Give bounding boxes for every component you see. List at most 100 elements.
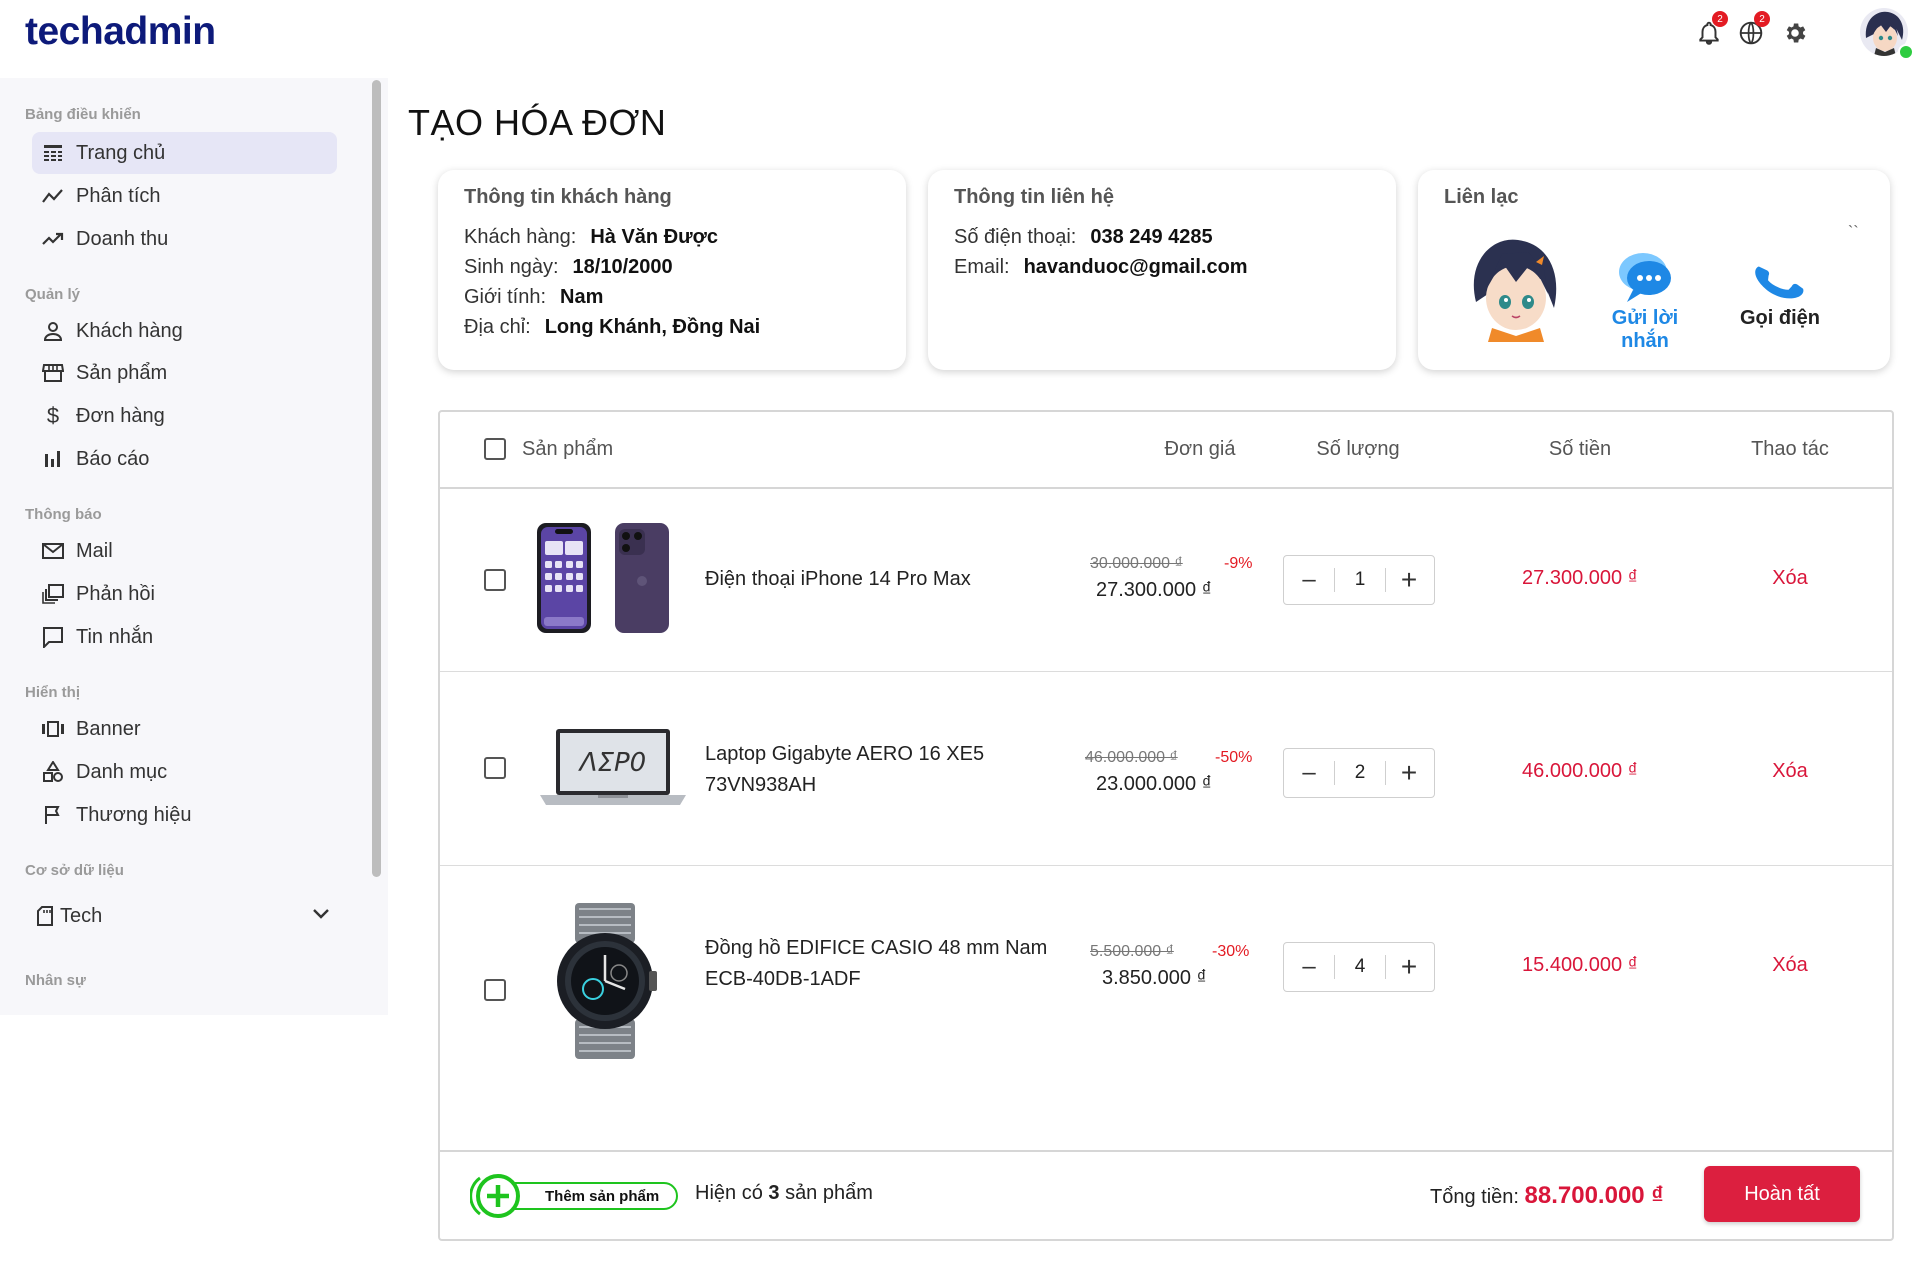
notification-button[interactable]: 2 xyxy=(1692,11,1728,50)
increase-button[interactable]: + xyxy=(1384,943,1434,991)
logo[interactable]: techadmin xyxy=(25,10,216,54)
sidebar-item-label: Doanh thu xyxy=(76,227,169,250)
old-price: 30.000.000 ₫ xyxy=(1090,555,1183,572)
complete-button[interactable]: Hoàn tất xyxy=(1704,1166,1860,1222)
decrease-button[interactable]: – xyxy=(1284,749,1334,797)
contact-phone-row: Số điện thoại: 038 249 4285 xyxy=(954,226,1213,249)
product-count: 3 xyxy=(768,1182,780,1204)
phone-icon xyxy=(1755,266,1804,299)
svg-text:ΛΣΡ0: ΛΣΡ0 xyxy=(578,748,646,778)
decrease-button[interactable]: – xyxy=(1284,556,1334,604)
sidebar-item-revenue[interactable]: Doanh thu xyxy=(32,218,337,260)
header-product: Sản phẩm xyxy=(522,438,614,460)
reach-mark: `` xyxy=(1848,224,1859,241)
sidebar-item-analytics[interactable]: Phân tích xyxy=(32,175,337,217)
call-button[interactable]: Gọi điện xyxy=(1730,248,1830,330)
customer-avatar xyxy=(1462,232,1566,342)
customer-birth-row: Sinh ngày: 18/10/2000 xyxy=(464,256,673,279)
sidebar-item-label: Khách hàng xyxy=(76,319,183,342)
sidebar-item-messages[interactable]: Tin nhắn xyxy=(32,616,337,658)
sidebar-item-brands[interactable]: Thương hiệu xyxy=(32,794,337,836)
line-amount: 15.400.000 ₫ xyxy=(1522,954,1638,976)
message-icon xyxy=(40,624,66,650)
unit-price: 23.000.000 ₫ xyxy=(1096,773,1212,795)
sidebar-item-products[interactable]: Sản phẩm xyxy=(32,352,337,394)
call-label: Gọi điện xyxy=(1740,307,1820,329)
sidebar: Bảng điều khiển Trang chủ Phân tích Doan… xyxy=(0,78,388,1015)
table-row: Đồng hồ EDIFICE CASIO 48 mm Nam ECB-40DB… xyxy=(440,865,1892,1105)
line-amount: 27.300.000 ₫ xyxy=(1522,567,1638,589)
settings-button[interactable] xyxy=(1778,16,1812,50)
chat-bubble-icon xyxy=(1619,253,1671,302)
product-count-text: Hiện có 3 sản phẩm xyxy=(695,1182,873,1205)
sidebar-item-home[interactable]: Trang chủ xyxy=(32,132,337,174)
iphone-image xyxy=(535,519,675,644)
header-quantity: Số lượng xyxy=(1316,438,1400,460)
online-status-dot xyxy=(1898,44,1914,60)
watch-image xyxy=(545,901,665,1066)
feedback-icon xyxy=(40,581,66,607)
customer-info-card: Thông tin khách hàng Khách hàng: Hà Văn Đ… xyxy=(438,170,906,370)
sidebar-item-tech[interactable]: Tech xyxy=(24,895,329,937)
old-price: 5.500.000 ₫ xyxy=(1090,943,1174,960)
customer-gender-row: Giới tính: Nam xyxy=(464,286,603,309)
section-database: Cơ sở dữ liệu xyxy=(25,862,124,879)
row-checkbox[interactable] xyxy=(484,757,506,779)
customer-address-label: Địa chỉ: xyxy=(464,316,531,338)
bar-chart-icon xyxy=(40,446,66,472)
customer-birth-label: Sinh ngày: xyxy=(464,256,559,278)
gear-icon xyxy=(1786,23,1806,43)
user-icon xyxy=(40,318,66,344)
send-message-button[interactable]: Gửi lời nhắn xyxy=(1590,248,1700,353)
delete-button[interactable]: Xóa xyxy=(1750,954,1830,977)
store-icon xyxy=(40,360,66,386)
section-staff: Nhân sự xyxy=(25,972,86,989)
sidebar-scrollbar[interactable] xyxy=(372,80,381,877)
sidebar-item-mail[interactable]: Mail xyxy=(32,530,337,572)
trend-icon xyxy=(40,183,66,209)
category-icon xyxy=(40,759,66,785)
add-product-button[interactable]: Thêm sản phẩm xyxy=(470,1174,680,1218)
quantity-value[interactable]: 1 xyxy=(1334,568,1386,592)
contact-email: havanduoc@gmail.com xyxy=(1023,256,1248,278)
sidebar-item-label: Phản hồi xyxy=(76,582,155,605)
sidebar-item-customers[interactable]: Khách hàng xyxy=(32,310,337,352)
sidebar-item-orders[interactable]: $ Đơn hàng xyxy=(32,395,337,437)
delete-button[interactable]: Xóa xyxy=(1750,760,1830,783)
line-amount: 46.000.000 ₫ xyxy=(1522,760,1638,782)
select-all-checkbox[interactable] xyxy=(484,438,506,460)
sidebar-item-label: Sản phẩm xyxy=(76,361,168,384)
unit-price: 27.300.000 ₫ xyxy=(1096,579,1212,601)
trend-up-icon xyxy=(40,226,66,252)
old-price: 46.000.000 ₫ xyxy=(1085,749,1178,766)
quantity-value[interactable]: 4 xyxy=(1334,955,1386,979)
section-dashboard: Bảng điều khiển xyxy=(25,106,141,123)
add-product-label: Thêm sản phẩm xyxy=(498,1182,678,1210)
sidebar-item-categories[interactable]: Danh mục xyxy=(32,751,337,793)
customer-address: Long Khánh, Đồng Nai xyxy=(544,316,761,338)
sidebar-item-feedback[interactable]: Phản hồi xyxy=(32,573,337,615)
product-name: Điện thoại iPhone 14 Pro Max xyxy=(705,568,971,590)
sidebar-item-banner[interactable]: Banner xyxy=(32,708,337,750)
carousel-icon xyxy=(40,716,66,742)
language-button[interactable]: 2 xyxy=(1734,11,1770,50)
increase-button[interactable]: + xyxy=(1384,749,1434,797)
contact-info-card: Thông tin liên hệ Số điện thoại: 038 249 … xyxy=(928,170,1396,370)
sidebar-item-label: Tin nhắn xyxy=(76,625,154,648)
row-checkbox[interactable] xyxy=(484,979,506,1001)
row-checkbox[interactable] xyxy=(484,569,506,591)
sidebar-item-label: Banner xyxy=(76,717,141,740)
quantity-value[interactable]: 2 xyxy=(1334,761,1386,785)
delete-button[interactable]: Xóa xyxy=(1750,567,1830,590)
chevron-down-icon[interactable] xyxy=(312,907,330,925)
decrease-button[interactable]: – xyxy=(1284,943,1334,991)
customer-name: Hà Văn Được xyxy=(590,226,718,248)
plus-circle-icon xyxy=(470,1174,520,1218)
section-display: Hiển thị xyxy=(25,684,80,701)
customer-birth: 18/10/2000 xyxy=(572,256,673,278)
sidebar-item-reports[interactable]: Báo cáo xyxy=(32,438,337,480)
section-management: Quản lý xyxy=(25,286,81,303)
sidebar-item-label: Trang chủ xyxy=(76,141,166,164)
increase-button[interactable]: + xyxy=(1384,556,1434,604)
customer-address-row: Địa chỉ: Long Khánh, Đồng Nai xyxy=(464,316,760,339)
